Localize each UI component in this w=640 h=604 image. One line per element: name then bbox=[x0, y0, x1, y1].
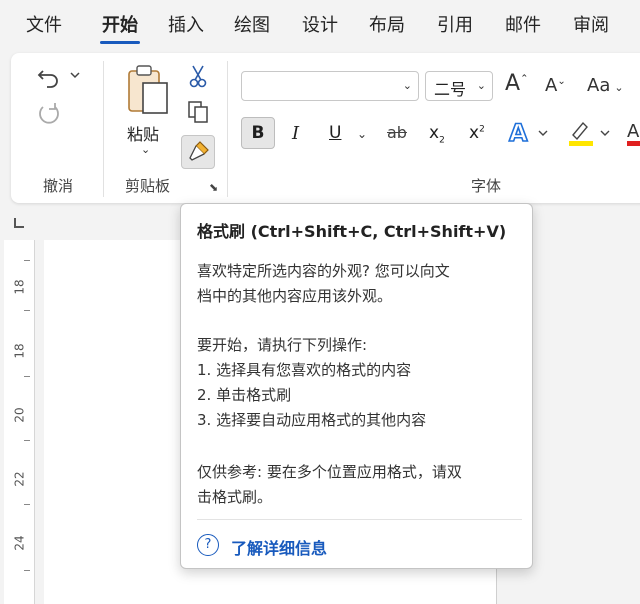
ruler-tab-selector[interactable] bbox=[14, 218, 24, 228]
ruler-number: 18 bbox=[12, 343, 27, 359]
bold-label: B bbox=[251, 123, 265, 143]
subscript-button[interactable]: x2 bbox=[429, 123, 445, 145]
chevron-down-icon: ⌄ bbox=[402, 79, 412, 92]
tooltip-divider bbox=[197, 519, 522, 520]
text-effects-icon: A bbox=[508, 118, 548, 148]
tooltip-text: 2. 单击格式刷 bbox=[197, 386, 292, 404]
font-size-combo[interactable]: 二号 ⌄ bbox=[425, 71, 493, 101]
vertical-ruler: 18 18 20 22 24 bbox=[4, 240, 35, 604]
font-size-value: 二号 bbox=[434, 80, 467, 99]
active-tab-indicator bbox=[100, 41, 140, 44]
tooltip-text: 1. 选择具有您喜欢的格式的内容 bbox=[197, 361, 412, 379]
font-name-combo[interactable]: ⌄ bbox=[241, 71, 419, 101]
bold-button[interactable]: B bbox=[241, 117, 275, 149]
underline-dropdown-icon[interactable]: ⌄ bbox=[357, 127, 367, 141]
paste-label: 粘贴 bbox=[127, 125, 160, 144]
tooltip-title: 格式刷 (Ctrl+Shift+C, Ctrl+Shift+V) bbox=[197, 222, 507, 241]
tab-references[interactable]: 引用 bbox=[437, 14, 473, 38]
tab-layout[interactable]: 布局 bbox=[369, 14, 405, 38]
group-label-font: 字体 bbox=[471, 177, 502, 195]
tooltip-text: 档中的其他内容应用该外观。 bbox=[197, 287, 393, 305]
svg-text:A: A bbox=[509, 119, 528, 147]
highlighter-icon bbox=[569, 121, 610, 146]
tooltip-text: 仅供参考: 要在多个位置应用格式，请双 bbox=[197, 463, 462, 481]
group-separator bbox=[103, 61, 104, 197]
superscript-label: x bbox=[469, 123, 480, 143]
grow-font-button[interactable]: A⌃ bbox=[505, 71, 528, 96]
ribbon-panel: 撤消 粘贴 ⌄ 剪贴板 ⬊ ⌄ 二号 ⌄ A⌃ A⌄ Aa ⌄ B I U ⌄ … bbox=[11, 53, 640, 203]
undo-icon bbox=[37, 70, 80, 88]
svg-text:A: A bbox=[627, 121, 640, 142]
redo-icon bbox=[39, 103, 59, 124]
copy-button[interactable] bbox=[185, 99, 211, 125]
font-color-button[interactable]: A bbox=[623, 117, 640, 149]
superscript-button[interactable]: x2 bbox=[469, 123, 485, 143]
cut-button[interactable] bbox=[185, 63, 211, 89]
paste-icon bbox=[128, 65, 168, 114]
italic-button[interactable]: I bbox=[292, 123, 299, 144]
text-effects-button[interactable]: A bbox=[507, 117, 551, 149]
paste-button[interactable]: 粘贴 ⌄ bbox=[121, 63, 173, 159]
help-icon: ? bbox=[197, 534, 219, 556]
tooltip-text: 喜欢特定所选内容的外观? 您可以向文 bbox=[197, 262, 450, 280]
highlight-button[interactable] bbox=[565, 117, 613, 149]
ribbon-tab-bar: 文件 开始 插入 绘图 设计 布局 引用 邮件 审阅 bbox=[0, 0, 640, 50]
ruler-number: 22 bbox=[12, 471, 27, 487]
redo-button[interactable] bbox=[33, 99, 63, 129]
paste-dropdown-icon[interactable]: ⌄ bbox=[141, 143, 150, 156]
scissors-icon bbox=[189, 65, 207, 88]
tooltip-text: 3. 选择要自动应用格式的其他内容 bbox=[197, 411, 427, 429]
group-label-undo: 撤消 bbox=[43, 177, 74, 195]
subscript-label: x bbox=[429, 123, 440, 143]
change-case-button[interactable]: Aa ⌄ bbox=[587, 75, 624, 96]
format-painter-tooltip: 格式刷 (Ctrl+Shift+C, Ctrl+Shift+V) 喜欢特定所选内… bbox=[180, 203, 533, 569]
group-separator bbox=[227, 61, 228, 197]
format-painter-icon bbox=[189, 141, 209, 161]
group-label-clipboard: 剪贴板 bbox=[125, 177, 171, 195]
tooltip-text: 击格式刷。 bbox=[197, 488, 273, 506]
tooltip-text: 要开始，请执行下列操作: bbox=[197, 336, 368, 354]
undo-button[interactable] bbox=[33, 63, 85, 89]
shrink-font-button[interactable]: A⌄ bbox=[545, 75, 566, 96]
copy-icon bbox=[188, 101, 208, 123]
tab-mailings[interactable]: 邮件 bbox=[505, 14, 541, 38]
underline-button[interactable]: U bbox=[329, 123, 341, 143]
tab-file[interactable]: 文件 bbox=[26, 14, 62, 38]
change-case-label: Aa bbox=[587, 75, 611, 96]
tab-review[interactable]: 审阅 bbox=[573, 14, 609, 38]
tab-home[interactable]: 开始 bbox=[102, 14, 138, 38]
learn-more-label: 了解详细信息 bbox=[231, 539, 328, 558]
clipboard-launcher-icon[interactable]: ⬊ bbox=[209, 181, 218, 194]
ruler-number: 20 bbox=[12, 407, 27, 423]
tab-insert[interactable]: 插入 bbox=[168, 14, 204, 38]
ruler-number: 24 bbox=[12, 535, 27, 551]
tab-design[interactable]: 设计 bbox=[302, 14, 338, 38]
tab-draw[interactable]: 绘图 bbox=[234, 14, 270, 38]
ruler-number: 18 bbox=[12, 279, 27, 295]
format-painter-button[interactable] bbox=[181, 135, 215, 169]
strikethrough-button[interactable]: ab bbox=[387, 123, 407, 142]
font-color-icon: A bbox=[627, 121, 640, 146]
chevron-down-icon: ⌄ bbox=[476, 79, 486, 92]
